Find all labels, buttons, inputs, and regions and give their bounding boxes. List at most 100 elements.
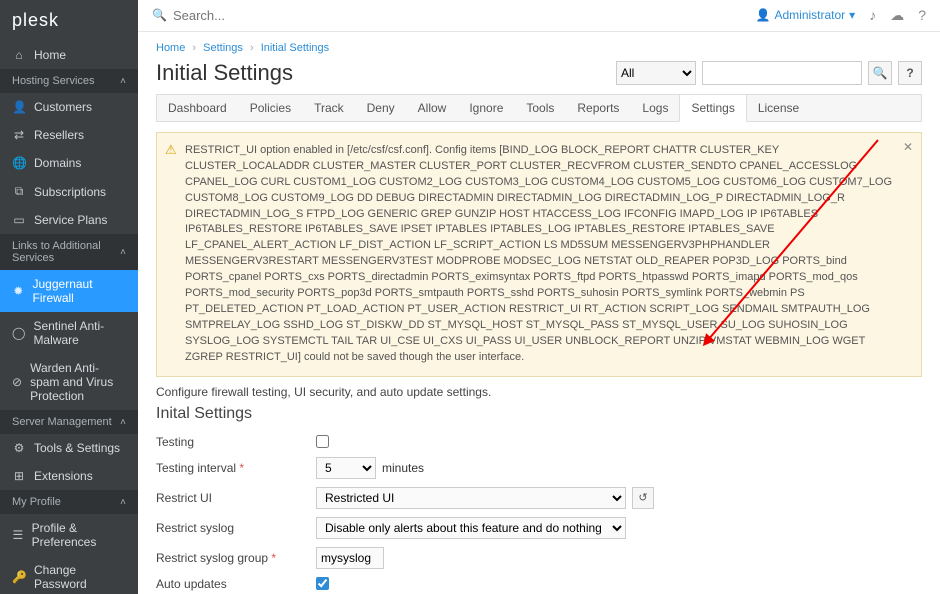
close-icon[interactable]: ✕ [903, 139, 913, 156]
service-plans-icon: ▭ [12, 213, 26, 227]
sidebar-item-sentinel[interactable]: ◯ Sentinel Anti-Malware [0, 312, 138, 354]
sidebar-item-label: Warden Anti-spam and Virus Protection [30, 361, 126, 403]
auto-updates-checkbox[interactable] [316, 577, 329, 590]
juggernaut-icon: ✹ [12, 284, 25, 298]
sidebar-item-customers[interactable]: 👤 Customers [0, 93, 138, 121]
tab-policies[interactable]: Policies [239, 95, 303, 121]
sidebar-section-head[interactable]: My Profile˄ [0, 490, 138, 514]
sidebar-item-label: Customers [34, 100, 92, 114]
cloud-icon[interactable]: ☁ [890, 7, 904, 24]
testing-label: Testing [156, 435, 316, 449]
section-title: Inital Settings [156, 405, 922, 423]
sentinel-icon: ◯ [12, 326, 25, 340]
search-box[interactable]: 🔍 [152, 8, 746, 23]
warning-alert: ⚠ ✕ RESTRICT_UI option enabled in [/etc/… [156, 132, 922, 377]
change-password-icon: 🔑 [12, 570, 26, 584]
tab-ignore[interactable]: Ignore [458, 95, 515, 121]
sidebar-item-tools-settings[interactable]: ⚙ Tools & Settings [0, 434, 138, 462]
sidebar-item-subscriptions[interactable]: ⧉ Subscriptions [0, 177, 138, 206]
breadcrumb-settings[interactable]: Settings [203, 42, 243, 54]
sidebar-item-extensions[interactable]: ⊞ Extensions [0, 462, 138, 490]
sidebar-item-home[interactable]: ⌂ Home [0, 41, 138, 69]
warning-icon: ⚠ [165, 141, 177, 160]
brand-logo: plesk [0, 0, 138, 41]
description: Configure firewall testing, UI security,… [156, 385, 922, 399]
breadcrumb: Home › Settings › Initial Settings [156, 38, 922, 58]
testing-checkbox[interactable] [316, 435, 329, 448]
user-name: Administrator [774, 8, 845, 22]
sidebar-item-profile[interactable]: ☰ Profile & Preferences [0, 514, 138, 556]
tab-track[interactable]: Track [303, 95, 356, 121]
tab-logs[interactable]: Logs [631, 95, 680, 121]
user-menu[interactable]: 👤 Administrator ▾ [756, 8, 856, 22]
chevron-down-icon: ▾ [849, 8, 855, 22]
chevron-up-icon: ˄ [120, 247, 126, 258]
user-icon: 👤 [756, 8, 771, 22]
sidebar-item-label: Profile & Preferences [32, 521, 126, 549]
tab-license[interactable]: License [747, 95, 811, 121]
tab-reports[interactable]: Reports [566, 95, 631, 121]
sidebar-item-label: Tools & Settings [34, 441, 120, 455]
tab-settings[interactable]: Settings [679, 94, 746, 122]
subscriptions-icon: ⧉ [12, 184, 26, 199]
search-button[interactable]: 🔍 [868, 61, 892, 85]
search-icon: 🔍 [152, 8, 167, 22]
magnifier-icon: 🔍 [873, 66, 888, 80]
sidebar-section-head[interactable]: Server Management˄ [0, 410, 138, 434]
sidebar-item-juggernaut[interactable]: ✹ Juggernaut Firewall [0, 270, 138, 312]
auto-updates-label: Auto updates [156, 577, 316, 591]
sidebar-item-label: Juggernaut Firewall [33, 277, 127, 305]
topbar: 🔍 👤 Administrator ▾ ♪ ☁ ? [138, 0, 940, 32]
notification-icon[interactable]: ♪ [869, 7, 876, 23]
home-icon: ⌂ [12, 48, 26, 62]
sidebar-item-domains[interactable]: 🌐 Domains [0, 149, 138, 177]
restrict-ui-label: Restrict UI [156, 491, 316, 505]
restrict-syslog-select[interactable]: Disable only alerts about this feature a… [316, 517, 626, 539]
tab-allow[interactable]: Allow [407, 95, 459, 121]
testing-interval-label: Testing interval [156, 461, 236, 475]
sidebar-item-label: Domains [34, 156, 81, 170]
testing-interval-unit: minutes [382, 461, 424, 475]
help-icon[interactable]: ? [918, 7, 926, 23]
sidebar-item-service-plans[interactable]: ▭Service Plans [0, 206, 138, 234]
content: Home › Settings › Initial Settings Initi… [138, 32, 940, 594]
alert-text: RESTRICT_UI option enabled in [/etc/csf/… [185, 144, 892, 363]
search-input[interactable] [173, 8, 373, 23]
tab-deny[interactable]: Deny [356, 95, 407, 121]
breadcrumb-home[interactable]: Home [156, 42, 185, 54]
restrict-syslog-label: Restrict syslog [156, 521, 316, 535]
restrict-syslog-group-label: Restrict syslog group [156, 551, 268, 565]
extensions-icon: ⊞ [12, 469, 26, 483]
tools-settings-icon: ⚙ [12, 441, 26, 455]
chevron-up-icon: ˄ [120, 417, 126, 428]
sidebar-item-label: Sentinel Anti-Malware [33, 319, 126, 347]
sidebar-item-label: Subscriptions [34, 185, 106, 199]
testing-interval-select[interactable]: 5 [316, 457, 376, 479]
help-button[interactable]: ? [898, 61, 922, 85]
tabs: DashboardPoliciesTrackDenyAllowIgnoreToo… [156, 94, 922, 122]
sidebar-item-label: Extensions [34, 469, 93, 483]
filter-select[interactable]: All [616, 61, 696, 85]
warden-icon: ⊘ [12, 375, 22, 389]
restrict-ui-select[interactable]: Restricted UI [316, 487, 626, 509]
profile-icon: ☰ [12, 528, 24, 542]
sidebar-item-resellers[interactable]: ⇄Resellers [0, 121, 138, 149]
sidebar-item-label: Change Password [34, 563, 126, 591]
sidebar-section-head[interactable]: Hosting Services˄ [0, 69, 138, 93]
page-title: Initial Settings [156, 60, 293, 86]
undo-icon: ↺ [638, 491, 647, 504]
sidebar-item-change-password[interactable]: 🔑 Change Password [0, 556, 138, 594]
filter-input[interactable] [702, 61, 862, 85]
sidebar: plesk ⌂ Home Hosting Services˄ 👤 Customers… [0, 0, 138, 594]
tab-tools[interactable]: Tools [515, 95, 566, 121]
restrict-syslog-group-input[interactable] [316, 547, 384, 569]
sidebar-item-label: Home [34, 48, 66, 62]
customers-icon: 👤 [12, 100, 26, 114]
domains-icon: 🌐 [12, 156, 26, 170]
chevron-up-icon: ˄ [120, 497, 126, 508]
tab-dashboard[interactable]: Dashboard [157, 95, 239, 121]
reset-button[interactable]: ↺ [632, 487, 654, 509]
sidebar-section-head[interactable]: Links to Additional Services˄ [0, 234, 138, 270]
sidebar-item-warden[interactable]: ⊘ Warden Anti-spam and Virus Protection [0, 354, 138, 410]
breadcrumb-initial[interactable]: Initial Settings [261, 42, 329, 54]
